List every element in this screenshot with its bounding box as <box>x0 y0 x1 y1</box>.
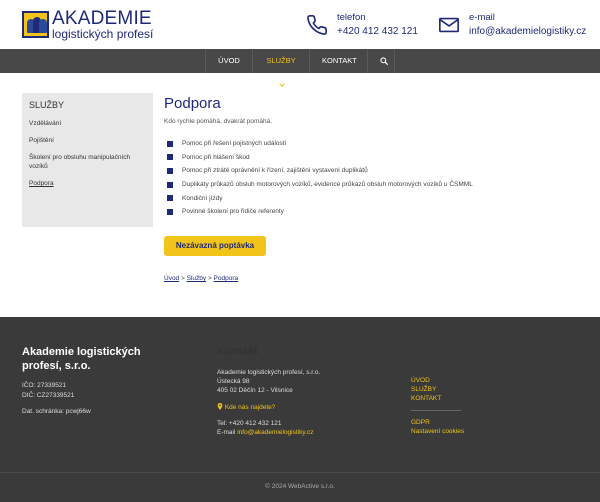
list-item: Duplikáty průkazů obsluh motorových vozí… <box>164 178 584 192</box>
phone-value[interactable]: +420 412 432 121 <box>337 26 418 37</box>
footer-find-us-link[interactable]: Kde nás najdete? <box>217 403 275 411</box>
list-item: Pomoc při hlášení škod <box>164 151 584 165</box>
square-bullet-icon <box>167 140 173 147</box>
footer-link-gdpr[interactable]: GDPR <box>411 419 430 426</box>
footer-contact-title: Kontakt <box>217 345 258 357</box>
footer-email-line: E-mail info@akademielogistiky.cz <box>217 429 313 436</box>
breadcrumb-sluzby[interactable]: Služby <box>187 275 207 282</box>
main-content: Podpora Kdo rychle pomáhá, dvakrát pomáh… <box>164 95 584 219</box>
nav-item-kontakt[interactable]: KONTAKT <box>309 49 367 73</box>
phone-icon <box>307 15 327 35</box>
list-item-text: Pomoc při řešení pojistných událostí <box>182 140 287 148</box>
footer-separator <box>0 472 600 473</box>
envelope-icon <box>439 17 459 33</box>
sidebar: SLUŽBY Vzdělávání Pojištění Školení pro … <box>22 93 153 227</box>
nav-search-button[interactable] <box>367 49 395 73</box>
footer-email-link[interactable]: info@akademielogistiky.cz <box>237 429 313 436</box>
sidebar-item-podpora[interactable]: Podpora <box>29 179 146 188</box>
services-list: Pomoc při řešení pojistných událostí Pom… <box>164 137 584 219</box>
sidebar-item-pojisteni[interactable]: Pojištění <box>29 136 146 145</box>
square-bullet-icon <box>167 167 173 174</box>
page-title: Podpora <box>164 95 221 112</box>
header-email[interactable]: e-mail info@akademielogistiky.cz <box>438 12 586 37</box>
logo-mark <box>22 10 49 38</box>
lead-text: Kdo rychle pomáhá, dvakrát pomáhá. <box>164 118 273 125</box>
footer-address-city: 405 02 Děčín 12 - Vilsnice <box>217 387 293 394</box>
email-value[interactable]: info@akademielogistiky.cz <box>469 26 586 37</box>
nav-item-uvod[interactable]: ÚVOD <box>205 49 252 73</box>
list-item: Povinné školení pro řidiče referenty <box>164 205 584 219</box>
footer-address-street: Ústecká 98 <box>217 378 250 385</box>
square-bullet-icon <box>167 181 173 188</box>
nav-item-sluzby[interactable]: SLUŽBY <box>252 49 309 87</box>
logo[interactable]: AKADEMIE logistických profesí <box>22 7 154 41</box>
square-bullet-icon <box>167 208 173 215</box>
sidebar-item-skoleni[interactable]: Školení pro obsluhu manipulačních vozíků <box>29 153 146 171</box>
copyright: © 2024 WebActive s.r.o. <box>265 483 335 490</box>
footer-find-us-label: Kde nás najdete? <box>224 404 276 411</box>
sidebar-item-vzdelavani[interactable]: Vzdělávání <box>29 119 146 128</box>
logo-title: AKADEMIE <box>52 7 152 29</box>
list-item-text: Duplikáty průkazů obsluh motorových vozí… <box>182 181 473 189</box>
logo-subtitle: logistických profesí <box>52 26 154 41</box>
square-bullet-icon <box>167 154 173 161</box>
footer-company-name: Akademie logistických profesí, s.r.o. <box>22 346 141 372</box>
breadcrumb-podpora[interactable]: Podpora <box>214 275 239 282</box>
footer-ico: IČO: 27339521 <box>22 382 67 389</box>
footer-link-kontakt[interactable]: KONTAKT <box>411 395 441 402</box>
phone-label: telefon <box>337 12 366 23</box>
header-phone[interactable]: telefon +420 412 432 121 <box>306 12 418 37</box>
breadcrumb: Úvod > Služby > Podpora <box>164 275 238 282</box>
email-label: e-mail <box>469 12 495 23</box>
list-item-text: Pomoc při hlášení škod <box>182 153 250 161</box>
inquiry-button[interactable]: Nezávazná poptávka <box>164 236 266 256</box>
header: AKADEMIE logistických profesí telefon +4… <box>0 0 600 49</box>
chevron-down-icon <box>279 83 285 87</box>
footer-link-cookies[interactable]: Nastavení cookies <box>411 428 464 435</box>
footer-address-name: Akademie logistických profesí, s.r.o. <box>217 369 321 376</box>
search-icon <box>380 57 388 65</box>
breadcrumb-uvod[interactable]: Úvod <box>164 275 179 282</box>
nav-item-sluzby-label: SLUŽBY <box>266 56 296 65</box>
footer-divider <box>411 410 461 411</box>
footer-databox: Dat. schránka: pcwj66w <box>22 408 91 415</box>
list-item-text: Kondiční jízdy <box>182 194 223 202</box>
footer-email-prefix: E-mail <box>217 429 238 436</box>
list-item-text: Pomoc při ztrátě oprávnění k řízení, zaj… <box>182 167 368 175</box>
map-pin-icon <box>217 403 223 410</box>
list-item: Kondiční jízdy <box>164 191 584 205</box>
footer-link-uvod[interactable]: ÚVOD <box>411 377 430 384</box>
breadcrumb-separator: > <box>181 275 185 282</box>
square-bullet-icon <box>167 195 173 202</box>
footer-link-sluzby[interactable]: SLUŽBY <box>411 386 436 393</box>
sidebar-title: SLUŽBY <box>29 100 65 110</box>
list-item: Pomoc při ztrátě oprávnění k řízení, zaj… <box>164 164 584 178</box>
list-item-text: Povinné školení pro řidiče referenty <box>182 208 284 216</box>
footer-tel[interactable]: Tel: +420 412 432 121 <box>217 420 282 427</box>
main-nav: ÚVOD SLUŽBY KONTAKT <box>0 49 600 87</box>
footer-dic: DIČ: CZ27339521 <box>22 392 75 399</box>
breadcrumb-separator: > <box>207 275 212 282</box>
list-item: Pomoc při řešení pojistných událostí <box>164 137 584 151</box>
